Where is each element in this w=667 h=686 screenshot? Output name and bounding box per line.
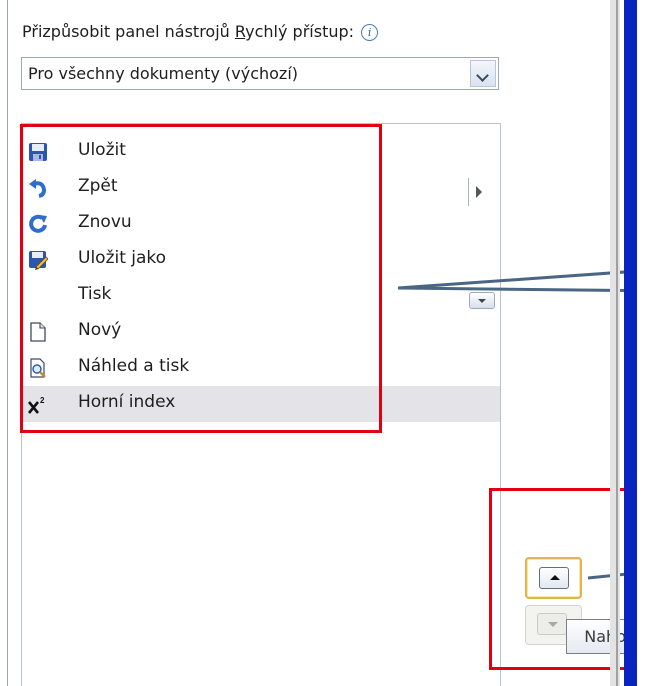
arrow-down-icon xyxy=(537,613,567,635)
panel-divider xyxy=(610,0,620,686)
right-panel xyxy=(637,0,667,686)
move-up-button[interactable] xyxy=(525,557,582,599)
accent-bar xyxy=(624,0,637,686)
panel-divider-line xyxy=(616,0,618,686)
arrow-up-icon xyxy=(539,567,569,589)
